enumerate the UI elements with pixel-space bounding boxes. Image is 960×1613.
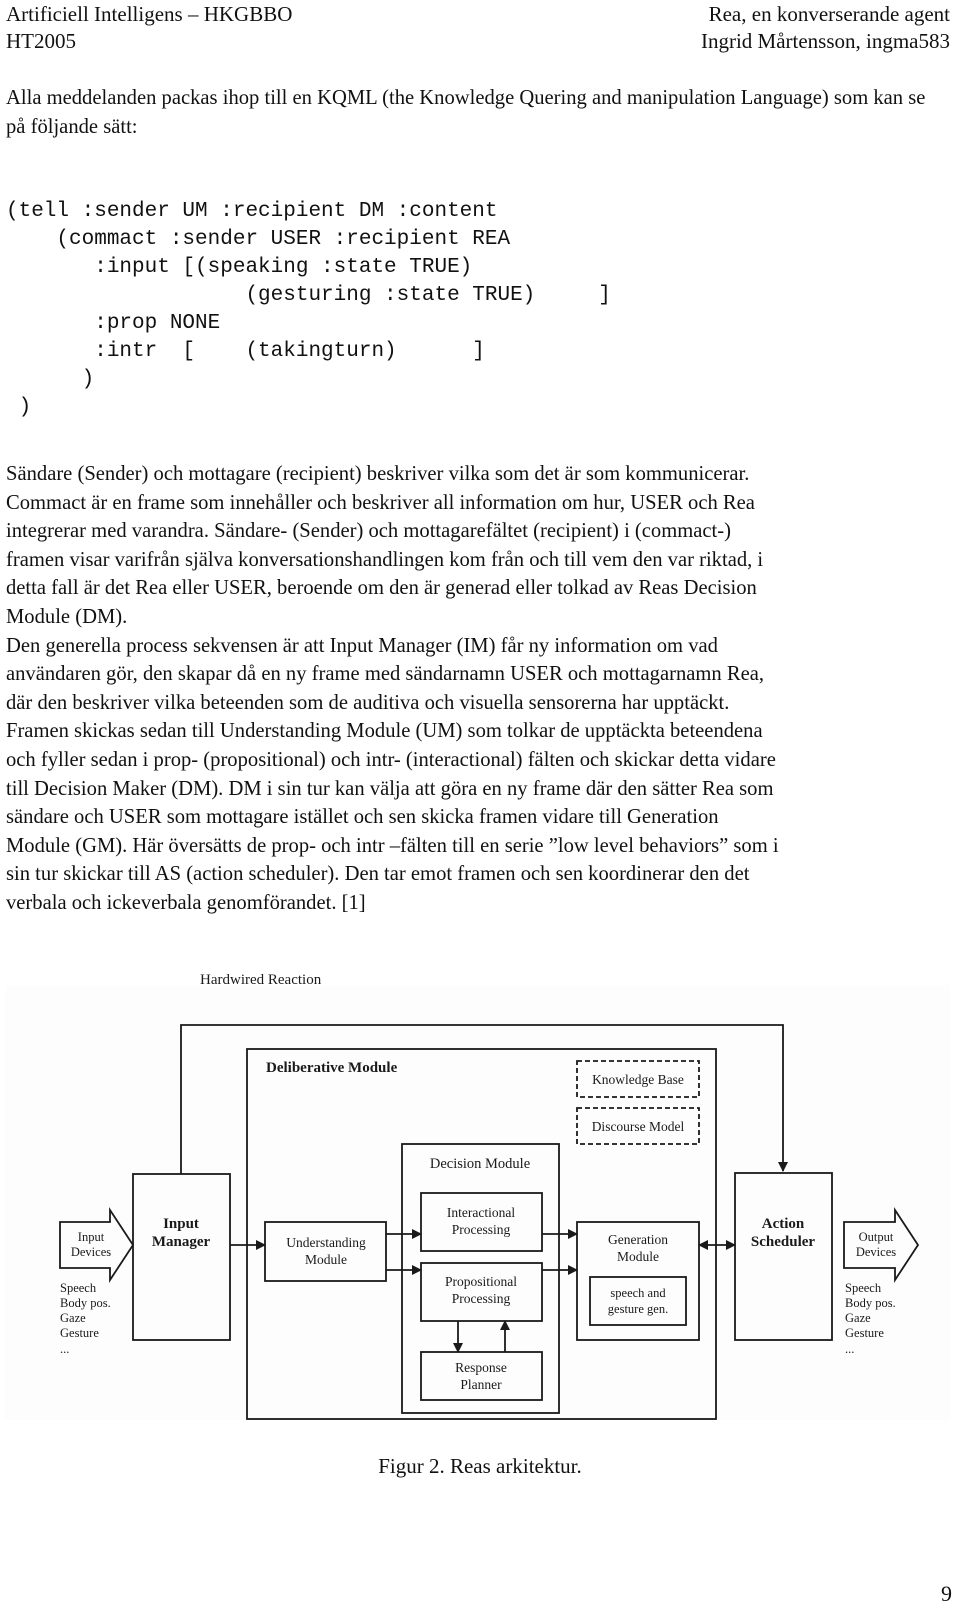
generation-label-1: Generation bbox=[608, 1232, 668, 1247]
text-line: Den generella process sekvensen är att I… bbox=[6, 634, 718, 657]
document-title: Rea, en konverserande agent bbox=[708, 2, 950, 26]
output-devices-label-1: Output bbox=[859, 1230, 894, 1244]
output-modality: Speech bbox=[845, 1281, 882, 1295]
figure-caption: Figur 2. Reas arkitektur. bbox=[378, 1454, 582, 1478]
response-planner-label-1: Response bbox=[455, 1360, 507, 1375]
text-line: verbala och ickeverbala genomförandet. [… bbox=[6, 891, 366, 914]
header-left: Artificiell Intelligens – HKGBBO HT2005 bbox=[6, 1, 292, 55]
text-line: till Decision Maker (DM). DM i sin tur k… bbox=[6, 777, 774, 800]
propositional-label-1: Propositional bbox=[445, 1274, 517, 1289]
input-manager-label-2: Manager bbox=[152, 1234, 211, 1250]
header-right: Rea, en konverserande agent Ingrid Mårte… bbox=[701, 1, 950, 55]
code-line: (commact :sender USER :recipient REA bbox=[6, 228, 511, 251]
text-line: Module (GM). Här översätts de prop- och … bbox=[6, 834, 779, 857]
propositional-label-2: Processing bbox=[452, 1291, 511, 1306]
kqml-code-block: (tell :sender UM :recipient DM :content … bbox=[6, 198, 611, 422]
deliberative-module-label: Deliberative Module bbox=[266, 1060, 398, 1076]
understanding-label-2: Module bbox=[305, 1252, 347, 1267]
input-devices-label-2: Devices bbox=[71, 1245, 111, 1259]
interactional-label-1: Interactional bbox=[447, 1205, 515, 1220]
code-line: :input [(speaking :state TRUE) bbox=[6, 256, 473, 279]
interactional-label-2: Processing bbox=[452, 1222, 511, 1237]
text-line: sändare och USER som mottagare istället … bbox=[6, 806, 719, 829]
input-modality: Gesture bbox=[60, 1326, 99, 1340]
text-line: detta fall är det Rea eller USER, beroen… bbox=[6, 577, 757, 600]
page-number: 9 bbox=[941, 1581, 952, 1606]
input-modality: Speech bbox=[60, 1281, 97, 1295]
knowledge-base-label: Knowledge Base bbox=[592, 1072, 684, 1087]
input-modality: Gaze bbox=[60, 1311, 86, 1325]
author: Ingrid Mårtensson, ingma583 bbox=[700, 29, 950, 53]
discourse-model-label: Discourse Model bbox=[592, 1119, 685, 1134]
output-devices-label-2: Devices bbox=[856, 1245, 896, 1259]
text-line: användaren gör, den skapar då en ny fram… bbox=[6, 663, 765, 686]
text-line: Module (DM). bbox=[6, 605, 128, 628]
body-paragraphs: Sändare (Sender) och mottagare (recipien… bbox=[6, 460, 946, 918]
code-line: (gesturing :state TRUE) ] bbox=[6, 284, 611, 307]
decision-module-label: Decision Module bbox=[430, 1156, 530, 1172]
input-modality: ... bbox=[60, 1342, 69, 1356]
code-line: ) bbox=[6, 396, 32, 419]
generation-label-2: Module bbox=[617, 1249, 659, 1264]
output-modality: ... bbox=[845, 1342, 854, 1356]
input-devices-label-1: Input bbox=[78, 1230, 105, 1244]
text-line: där den beskriver vilka beteenden som de… bbox=[6, 691, 730, 714]
code-line: :intr [ (takingturn) ] bbox=[6, 340, 485, 363]
term: HT2005 bbox=[6, 29, 76, 53]
text-line: Framen skickas sedan till Understanding … bbox=[6, 720, 763, 743]
output-modality: Gesture bbox=[845, 1326, 884, 1340]
input-modality: Body pos. bbox=[60, 1296, 111, 1310]
text-line: framen visar varifrån själva konversatio… bbox=[6, 548, 764, 571]
code-line: (tell :sender UM :recipient DM :content bbox=[6, 200, 498, 223]
speech-gesture-label-2: gesture gen. bbox=[608, 1302, 668, 1316]
code-line: :prop NONE bbox=[6, 312, 221, 335]
speech-gesture-label-1: speech and bbox=[610, 1286, 666, 1300]
text-line: och fyller sedan i prop- (propositional)… bbox=[6, 748, 776, 771]
rea-architecture-diagram: Hardwired Reaction Deliberative Module K… bbox=[5, 972, 950, 1420]
response-planner-label-2: Planner bbox=[460, 1377, 502, 1392]
text-line: integrerar med varandra. Sändare- (Sende… bbox=[6, 520, 731, 543]
action-scheduler-label-2: Scheduler bbox=[751, 1234, 816, 1250]
code-line: ) bbox=[6, 368, 95, 391]
action-scheduler-label-1: Action bbox=[762, 1216, 805, 1232]
intro-paragraph: Alla meddelanden packas ihop till en KQM… bbox=[6, 87, 926, 138]
course-title: Artificiell Intelligens – HKGBBO bbox=[6, 2, 293, 26]
output-modality: Gaze bbox=[845, 1311, 871, 1325]
hardwired-reaction-label: Hardwired Reaction bbox=[200, 972, 322, 988]
text-line: Commact är en frame som innehåller och b… bbox=[6, 491, 755, 514]
text-line: sin tur skickar till AS (action schedule… bbox=[6, 863, 750, 886]
output-modality: Body pos. bbox=[845, 1296, 896, 1310]
input-manager-label-1: Input bbox=[163, 1216, 199, 1232]
understanding-label-1: Understanding bbox=[286, 1235, 366, 1250]
text-line: Sändare (Sender) och mottagare (recipien… bbox=[6, 463, 750, 485]
